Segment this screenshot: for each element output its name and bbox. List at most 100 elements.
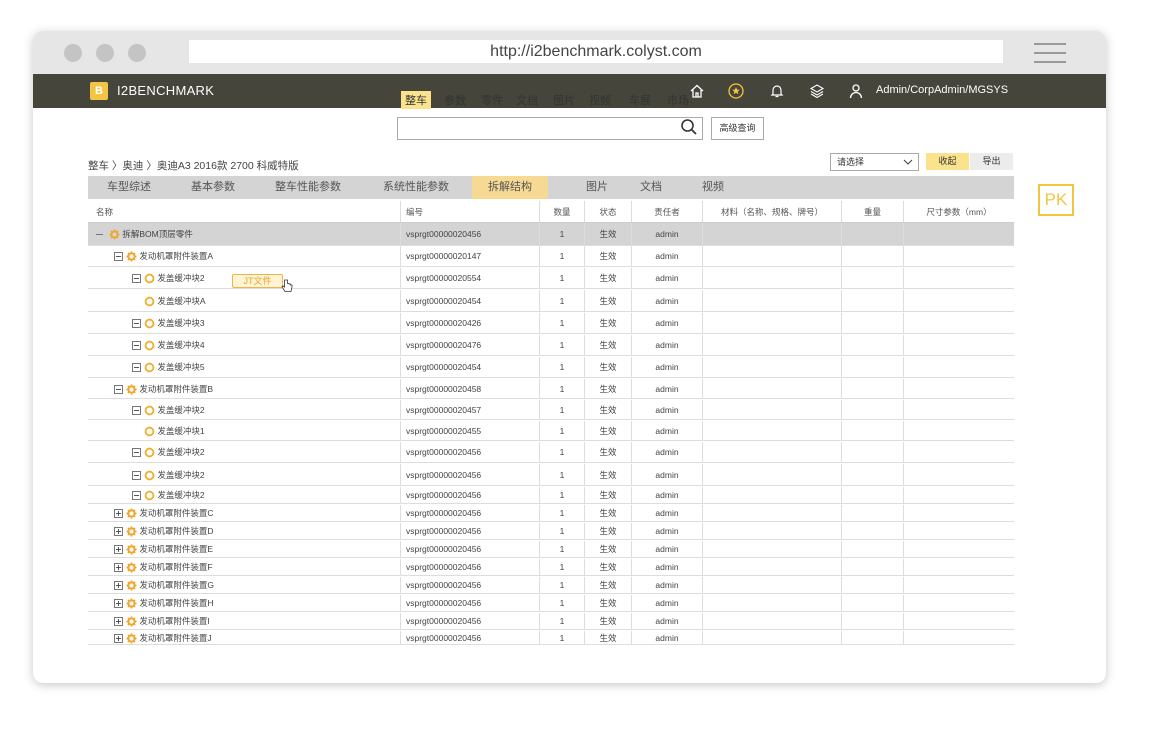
row-owner: admin [631,464,702,485]
row-status: 生效 [584,559,631,575]
table-row[interactable]: 发动机罩附件装置A vsprgt00000020147 1 生效 admin [88,246,1014,267]
collapse-toggle[interactable] [132,448,141,458]
collapse-toggle[interactable] [114,252,123,262]
window-close-dot[interactable] [64,44,82,62]
expand-toggle[interactable] [114,527,123,537]
advanced-search-button[interactable]: 高级查询 [711,117,764,140]
table-row[interactable]: 发盖缓冲块2 vsprgt00000020456 1 生效 admin [88,464,1014,486]
search-tab-autoshow[interactable]: 车展 [629,92,651,108]
gear-icon [126,544,137,555]
window-minimize-dot[interactable] [96,44,114,62]
tab-vehicle-performance[interactable]: 整车性能参数 [275,176,341,199]
collapse-toggle[interactable] [132,491,141,501]
row-qty: 1 [539,421,584,440]
row-code: vsprgt00000020456 [400,541,539,557]
tab-overview[interactable]: 车型综述 [107,176,151,199]
user-icon[interactable] [848,83,864,99]
row-name: 发盖缓冲块1 [157,426,205,436]
row-material [702,290,841,311]
row-name: 发盖缓冲块A [157,296,206,306]
row-qty: 1 [539,268,584,288]
star-icon[interactable] [728,83,744,99]
filter-select[interactable]: 请选择 [830,153,919,171]
user-account[interactable]: Admin/CorpAdmin/MGSYS [876,84,1008,96]
search-icon[interactable] [680,118,698,136]
row-weight [841,541,903,557]
row-dimensions [903,487,1014,503]
expand-toggle[interactable] [114,581,123,591]
search-tab-videos[interactable]: 视频 [589,92,611,108]
search-tab-params[interactable]: 参数 [444,92,466,108]
brand-name[interactable]: I2BENCHMARK [117,83,214,98]
layers-icon[interactable] [809,83,825,99]
export-button[interactable]: 导出 [970,153,1013,170]
table-row[interactable]: 发盖缓冲块3 vsprgt00000020426 1 生效 admin [88,313,1014,334]
table-row[interactable]: 发动机罩附件装置F vsprgt00000020456 1 生效 admin [88,559,1014,576]
row-owner: admin [631,357,702,377]
pk-compare-button[interactable]: PK [1038,184,1074,216]
tab-videos[interactable]: 视频 [702,176,724,199]
search-tab-docs[interactable]: 文档 [516,92,538,108]
collapse-toggle[interactable] [132,319,141,329]
expand-toggle[interactable] [114,599,123,609]
tab-images[interactable]: 图片 [586,176,608,199]
row-status: 生效 [584,523,631,539]
row-code: vsprgt00000020456 [400,487,539,503]
collapse-toggle[interactable] [132,406,141,416]
table-row[interactable]: 发动机罩附件装置I vsprgt00000020456 1 生效 admin [88,613,1014,630]
address-bar[interactable]: http://i2benchmark.colyst.com [189,40,1003,63]
collapse-toggle[interactable] [96,234,103,236]
table-row[interactable]: 发盖缓冲块2 vsprgt00000020457 1 生效 admin [88,400,1014,420]
collapse-toggle[interactable] [132,471,141,481]
collapse-toggle[interactable] [132,341,141,351]
search-tab-vehicle[interactable]: 整车 [401,91,431,109]
expand-toggle[interactable] [114,545,123,555]
menu-icon[interactable] [1034,41,1066,65]
row-owner: admin [631,400,702,419]
jt-file-badge[interactable]: JT文件 [232,274,283,288]
table-row[interactable]: 发盖缓冲块A vsprgt00000020454 1 生效 admin [88,290,1014,312]
row-owner: admin [631,335,702,355]
table-row[interactable]: 发动机罩附件装置J vsprgt00000020456 1 生效 admin [88,631,1014,645]
row-code: vsprgt00000020147 [400,246,539,266]
row-qty: 1 [539,442,584,462]
bell-icon[interactable] [769,83,785,99]
table-row[interactable]: 发动机罩附件装置C vsprgt00000020456 1 生效 admin [88,505,1014,522]
collapse-button[interactable]: 收起 [926,153,969,170]
table-row[interactable]: 发动机罩附件装置E vsprgt00000020456 1 生效 admin [88,541,1014,558]
expand-toggle[interactable] [114,617,123,627]
table-row[interactable]: 发盖缓冲块5 vsprgt00000020454 1 生效 admin [88,357,1014,378]
row-name: 发盖缓冲块2 [157,470,205,480]
collapse-toggle[interactable] [114,385,123,395]
expand-toggle[interactable] [114,509,123,519]
row-owner: admin [631,505,702,521]
expand-toggle[interactable] [114,563,123,573]
row-name: 发盖缓冲块2 [157,273,205,283]
search-input[interactable] [397,117,703,140]
collapse-toggle[interactable] [132,363,141,373]
search-tab-market[interactable]: 市场 [667,92,689,108]
table-row[interactable]: 发盖缓冲块2 vsprgt00000020456 1 生效 admin [88,487,1014,504]
table-row[interactable]: 发盖缓冲块4 vsprgt00000020476 1 生效 admin [88,335,1014,356]
table-row[interactable]: 发盖缓冲块2 vsprgt00000020554 1 生效 admin [88,268,1014,289]
row-dimensions [903,246,1014,266]
search-tab-images[interactable]: 图片 [553,92,575,108]
table-row[interactable]: 发动机罩附件装置D vsprgt00000020456 1 生效 admin [88,523,1014,540]
table-row[interactable]: 发盖缓冲块2 vsprgt00000020456 1 生效 admin [88,442,1014,463]
tab-documents[interactable]: 文档 [640,176,662,199]
table-row[interactable]: 发动机罩附件装置G vsprgt00000020456 1 生效 admin [88,577,1014,594]
table-row[interactable]: 发动机罩附件装置B vsprgt00000020458 1 生效 admin [88,379,1014,399]
tab-system-performance[interactable]: 系统性能参数 [383,176,449,199]
tab-teardown-structure[interactable]: 拆解结构 [472,176,548,199]
table-row[interactable]: 发动机罩附件装置H vsprgt00000020456 1 生效 admin [88,595,1014,612]
home-icon[interactable] [689,83,705,99]
table-row[interactable]: 拆解BOM顶层零件 vsprgt00000020456 1 生效 admin [88,223,1014,246]
tab-basic-params[interactable]: 基本参数 [191,176,235,199]
brand-logo[interactable]: B [90,82,108,100]
collapse-toggle[interactable] [132,274,141,284]
row-qty: 1 [539,577,584,593]
search-tab-parts[interactable]: 零件 [481,92,503,108]
window-maximize-dot[interactable] [128,44,146,62]
expand-toggle[interactable] [114,634,123,644]
table-row[interactable]: 发盖缓冲块1 vsprgt00000020455 1 生效 admin [88,421,1014,441]
